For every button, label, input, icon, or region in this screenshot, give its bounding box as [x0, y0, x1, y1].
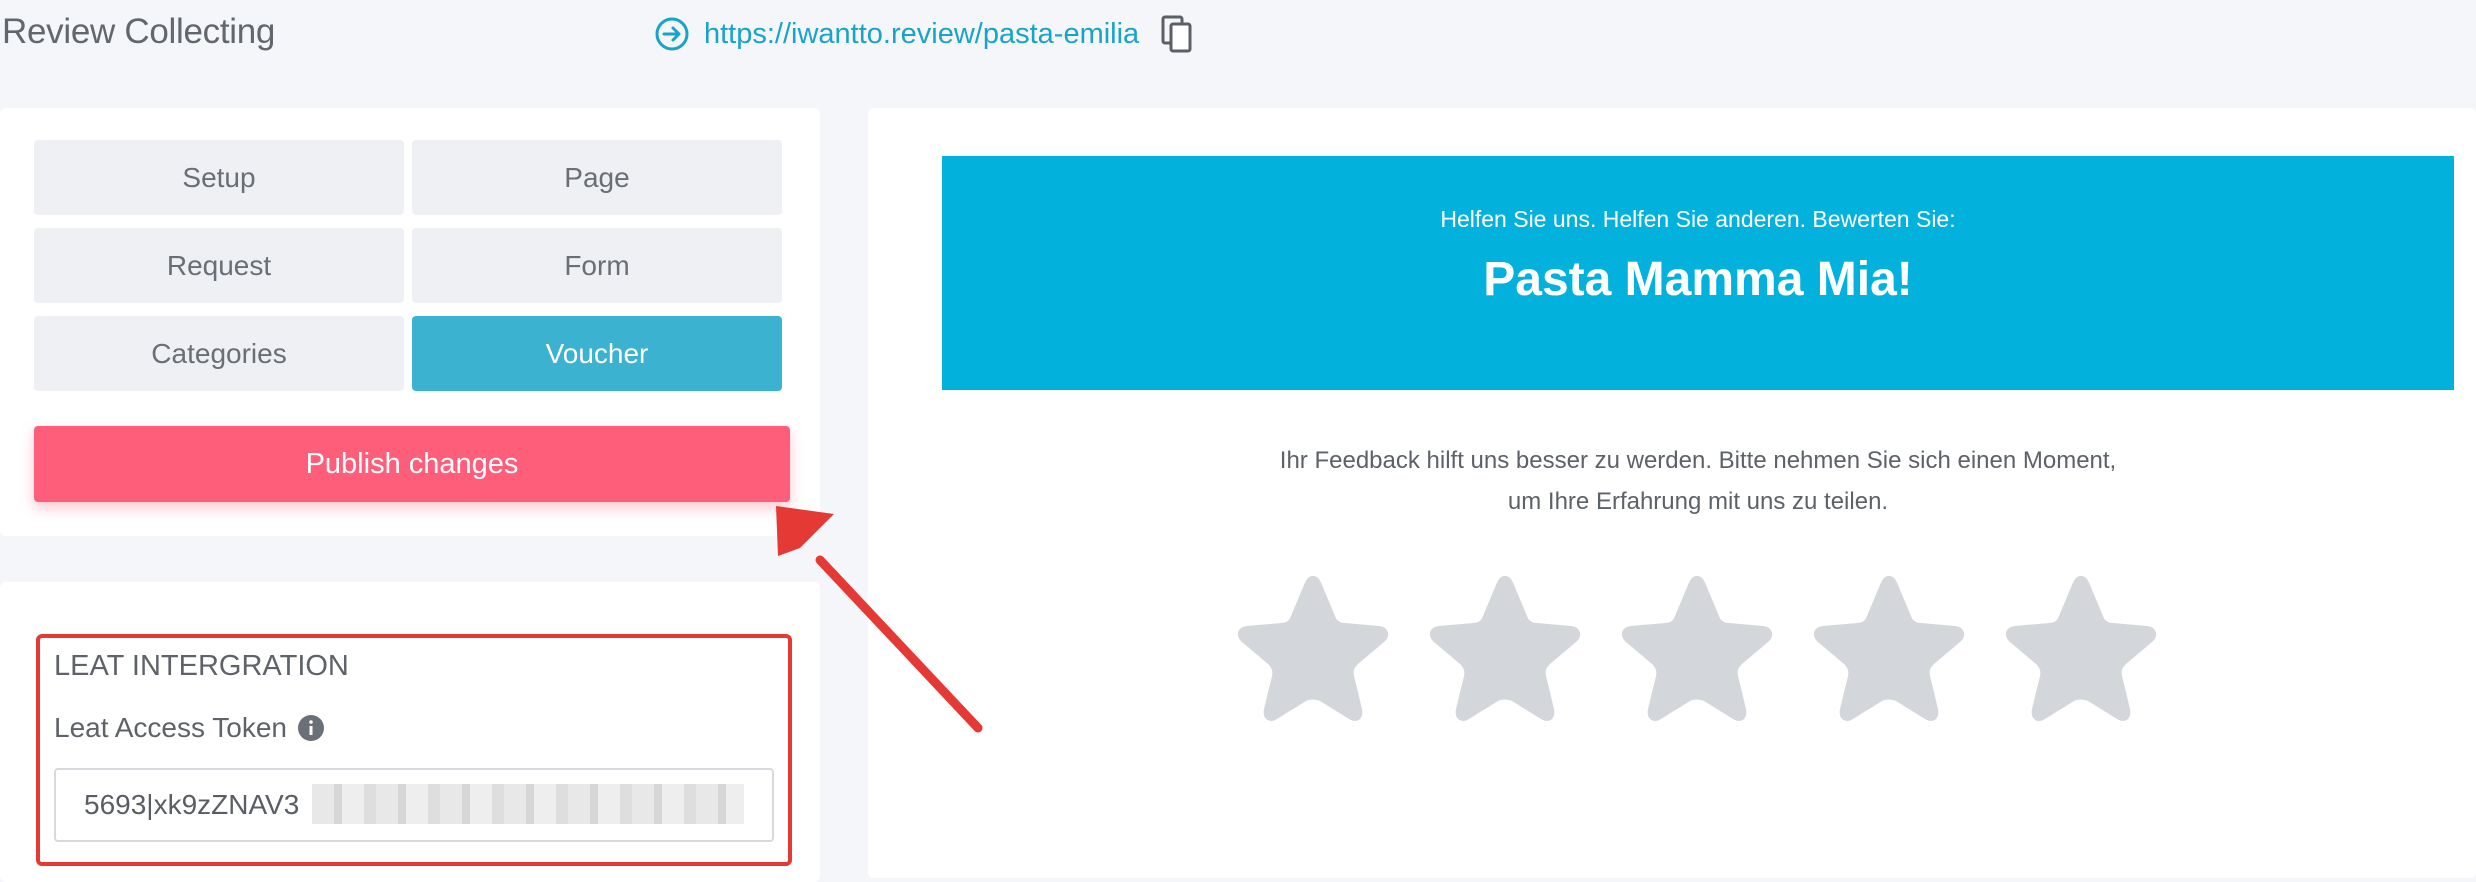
top-bar: Review Collecting https://iwantto.review… [0, 0, 2476, 70]
tab-request[interactable]: Request [34, 228, 404, 303]
tab-voucher[interactable]: Voucher [412, 316, 782, 391]
star-5-icon[interactable] [1998, 572, 2164, 732]
preview-business-name: Pasta Mamma Mia! [1483, 253, 1913, 306]
settings-tabs: Setup Page Request Form Categories Vouch… [34, 140, 782, 391]
star-4-icon[interactable] [1806, 572, 1972, 732]
tab-page[interactable]: Page [412, 140, 782, 215]
redacted-token-blur [312, 784, 744, 824]
review-url-link[interactable]: https://iwantto.review/pasta-emilia [704, 18, 1139, 51]
page-title: Review Collecting [2, 12, 276, 51]
publish-changes-button[interactable]: Publish changes [34, 426, 790, 502]
star-1-icon[interactable] [1230, 572, 1396, 732]
leat-token-label: Leat Access Token [54, 712, 287, 743]
star-3-icon[interactable] [1614, 572, 1780, 732]
preview-hero-banner: Helfen Sie uns. Helfen Sie anderen. Bewe… [942, 156, 2454, 390]
review-url: https://iwantto.review/pasta-emilia [654, 14, 1193, 54]
leat-integration-section: LEAT INTERGRATION Leat Access Token [36, 634, 792, 866]
preview-subtitle: Helfen Sie uns. Helfen Sie anderen. Bewe… [1440, 206, 1956, 232]
tab-setup[interactable]: Setup [34, 140, 404, 215]
preview-feedback-text: Ihr Feedback hilft uns besser zu werden.… [1279, 447, 2117, 515]
leat-token-label-row: Leat Access Token [54, 712, 325, 744]
star-rating [1230, 572, 2164, 732]
arrow-circle-right-icon[interactable] [654, 16, 690, 52]
star-2-icon[interactable] [1422, 572, 1588, 732]
tab-categories[interactable]: Categories [34, 316, 404, 391]
info-icon[interactable] [297, 714, 325, 742]
tab-form[interactable]: Form [412, 228, 782, 303]
leat-section-title: LEAT INTERGRATION [54, 650, 349, 682]
copy-icon[interactable] [1161, 15, 1193, 53]
